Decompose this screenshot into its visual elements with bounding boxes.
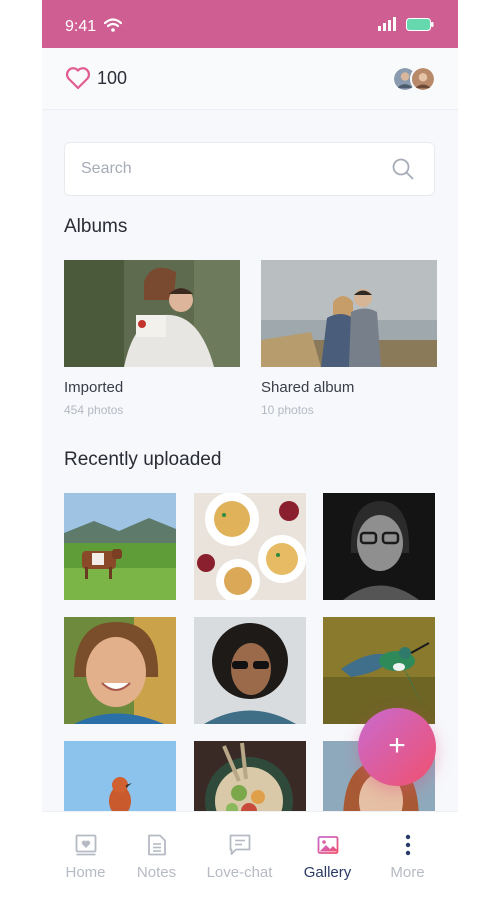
tab-bar: Home Notes Love-chat Gallery More [42, 811, 458, 900]
search-icon[interactable] [392, 158, 414, 180]
tab-label: More [390, 864, 425, 881]
photo-thumbnail[interactable] [194, 617, 306, 724]
photo-thumbnail[interactable] [64, 493, 176, 600]
status-time: 9:41 [65, 18, 97, 35]
photo-thumbnail[interactable] [323, 493, 435, 600]
tab-label: Gallery [303, 864, 352, 881]
album-name: Imported [64, 379, 124, 396]
battery-icon [406, 18, 434, 31]
tab-label: Love-chat [206, 864, 273, 881]
album-count: 10 photos [261, 403, 314, 417]
photo-thumbnail[interactable] [194, 493, 306, 600]
signal-icon [378, 17, 396, 31]
album-card[interactable]: Imported 454 photos [64, 260, 240, 417]
more-icon [405, 834, 411, 856]
add-photo-button[interactable]: + [358, 708, 436, 786]
tab-more[interactable]: More [366, 812, 449, 900]
gallery-icon [317, 836, 339, 854]
tab-gallery[interactable]: Gallery [286, 812, 369, 900]
status-bar: 9:41 [42, 0, 458, 48]
tab-love-chat[interactable]: Love-chat [198, 812, 281, 900]
album-count: 454 photos [64, 403, 124, 417]
home-icon [75, 834, 97, 856]
avatar [410, 66, 436, 92]
tab-label: Notes [136, 864, 177, 881]
albums-title: Albums [64, 216, 128, 237]
heart-icon[interactable] [65, 66, 91, 90]
recently-uploaded-title: Recently uploaded [64, 449, 222, 470]
album-name: Shared album [261, 379, 355, 396]
notes-icon [148, 834, 166, 856]
search-input[interactable] [81, 158, 361, 180]
wifi-icon [104, 18, 122, 32]
album-card[interactable]: Shared album 10 photos [261, 260, 437, 417]
likes-count: 100 [97, 68, 128, 88]
phone-screen: 9:41 100 Search Albums Imported 454 phot… [42, 0, 458, 900]
photo-thumbnail[interactable] [323, 617, 435, 724]
chat-icon [229, 834, 251, 855]
couple-avatars[interactable] [392, 66, 438, 94]
search-box [64, 142, 435, 196]
photo-thumbnail[interactable] [64, 617, 176, 724]
app-header: 100 [42, 48, 458, 110]
album-cover [261, 260, 437, 367]
album-cover [64, 260, 240, 367]
tab-notes[interactable]: Notes [115, 812, 198, 900]
